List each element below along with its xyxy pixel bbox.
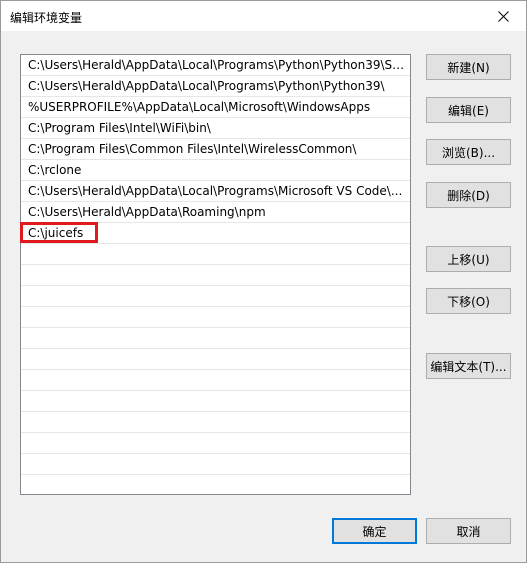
path-list[interactable]: C:\Users\Herald\AppData\Local\Programs\P… [20, 54, 411, 495]
move-down-button[interactable]: 下移(O) [426, 288, 511, 314]
list-item[interactable]: C:\Users\Herald\AppData\Local\Programs\P… [21, 76, 410, 97]
list-item[interactable] [21, 412, 410, 433]
move-up-button[interactable]: 上移(U) [426, 246, 511, 272]
list-item[interactable] [21, 286, 410, 307]
list-item-text: C:\Users\Herald\AppData\Local\Programs\P… [28, 79, 385, 93]
list-item[interactable]: %USERPROFILE%\AppData\Local\Microsoft\Wi… [21, 97, 410, 118]
list-item[interactable] [21, 370, 410, 391]
list-item-text: C:\juicefs [28, 226, 84, 240]
cancel-button[interactable]: 取消 [426, 518, 511, 544]
list-item[interactable]: C:\Program Files\Common Files\Intel\Wire… [21, 139, 410, 160]
edit-env-var-dialog: 编辑环境变量 C:\Users\Herald\AppData\Local\Pro… [0, 0, 527, 563]
list-item[interactable] [21, 307, 410, 328]
list-item[interactable]: C:\Users\Herald\AppData\Local\Programs\M… [21, 181, 410, 202]
list-item[interactable] [21, 391, 410, 412]
list-item-text: C:\Program Files\Intel\WiFi\bin\ [28, 121, 211, 135]
edit-text-button[interactable]: 编辑文本(T)... [426, 353, 511, 379]
browse-button[interactable]: 浏览(B)... [426, 139, 511, 165]
list-item[interactable]: C:\Program Files\Intel\WiFi\bin\ [21, 118, 410, 139]
list-item-text: C:\Users\Herald\AppData\Local\Programs\P… [28, 58, 408, 72]
ok-button[interactable]: 确定 [332, 518, 417, 544]
list-item[interactable] [21, 454, 410, 475]
title-bar: 编辑环境变量 [1, 1, 526, 31]
list-item[interactable] [21, 349, 410, 370]
list-item[interactable] [21, 475, 410, 494]
edit-button[interactable]: 编辑(E) [426, 97, 511, 123]
list-item[interactable] [21, 433, 410, 454]
list-item[interactable]: C:\rclone [21, 160, 410, 181]
close-button[interactable] [480, 1, 526, 31]
list-item-text: C:\Users\Herald\AppData\Roaming\npm [28, 205, 266, 219]
list-item[interactable] [21, 265, 410, 286]
list-item-text: %USERPROFILE%\AppData\Local\Microsoft\Wi… [28, 100, 371, 114]
new-button[interactable]: 新建(N) [426, 54, 511, 80]
close-icon [497, 10, 509, 22]
list-item[interactable] [21, 244, 410, 265]
list-item[interactable] [21, 328, 410, 349]
list-item[interactable]: C:\juicefs [21, 223, 410, 244]
dialog-title: 编辑环境变量 [10, 11, 83, 25]
delete-button[interactable]: 删除(D) [426, 182, 511, 208]
list-item-text: C:\Program Files\Common Files\Intel\Wire… [28, 142, 357, 156]
list-item[interactable]: C:\Users\Herald\AppData\Local\Programs\P… [21, 55, 410, 76]
list-item[interactable]: C:\Users\Herald\AppData\Roaming\npm [21, 202, 410, 223]
list-item-text: C:\Users\Herald\AppData\Local\Programs\M… [28, 184, 403, 198]
list-item-text: C:\rclone [28, 163, 82, 177]
